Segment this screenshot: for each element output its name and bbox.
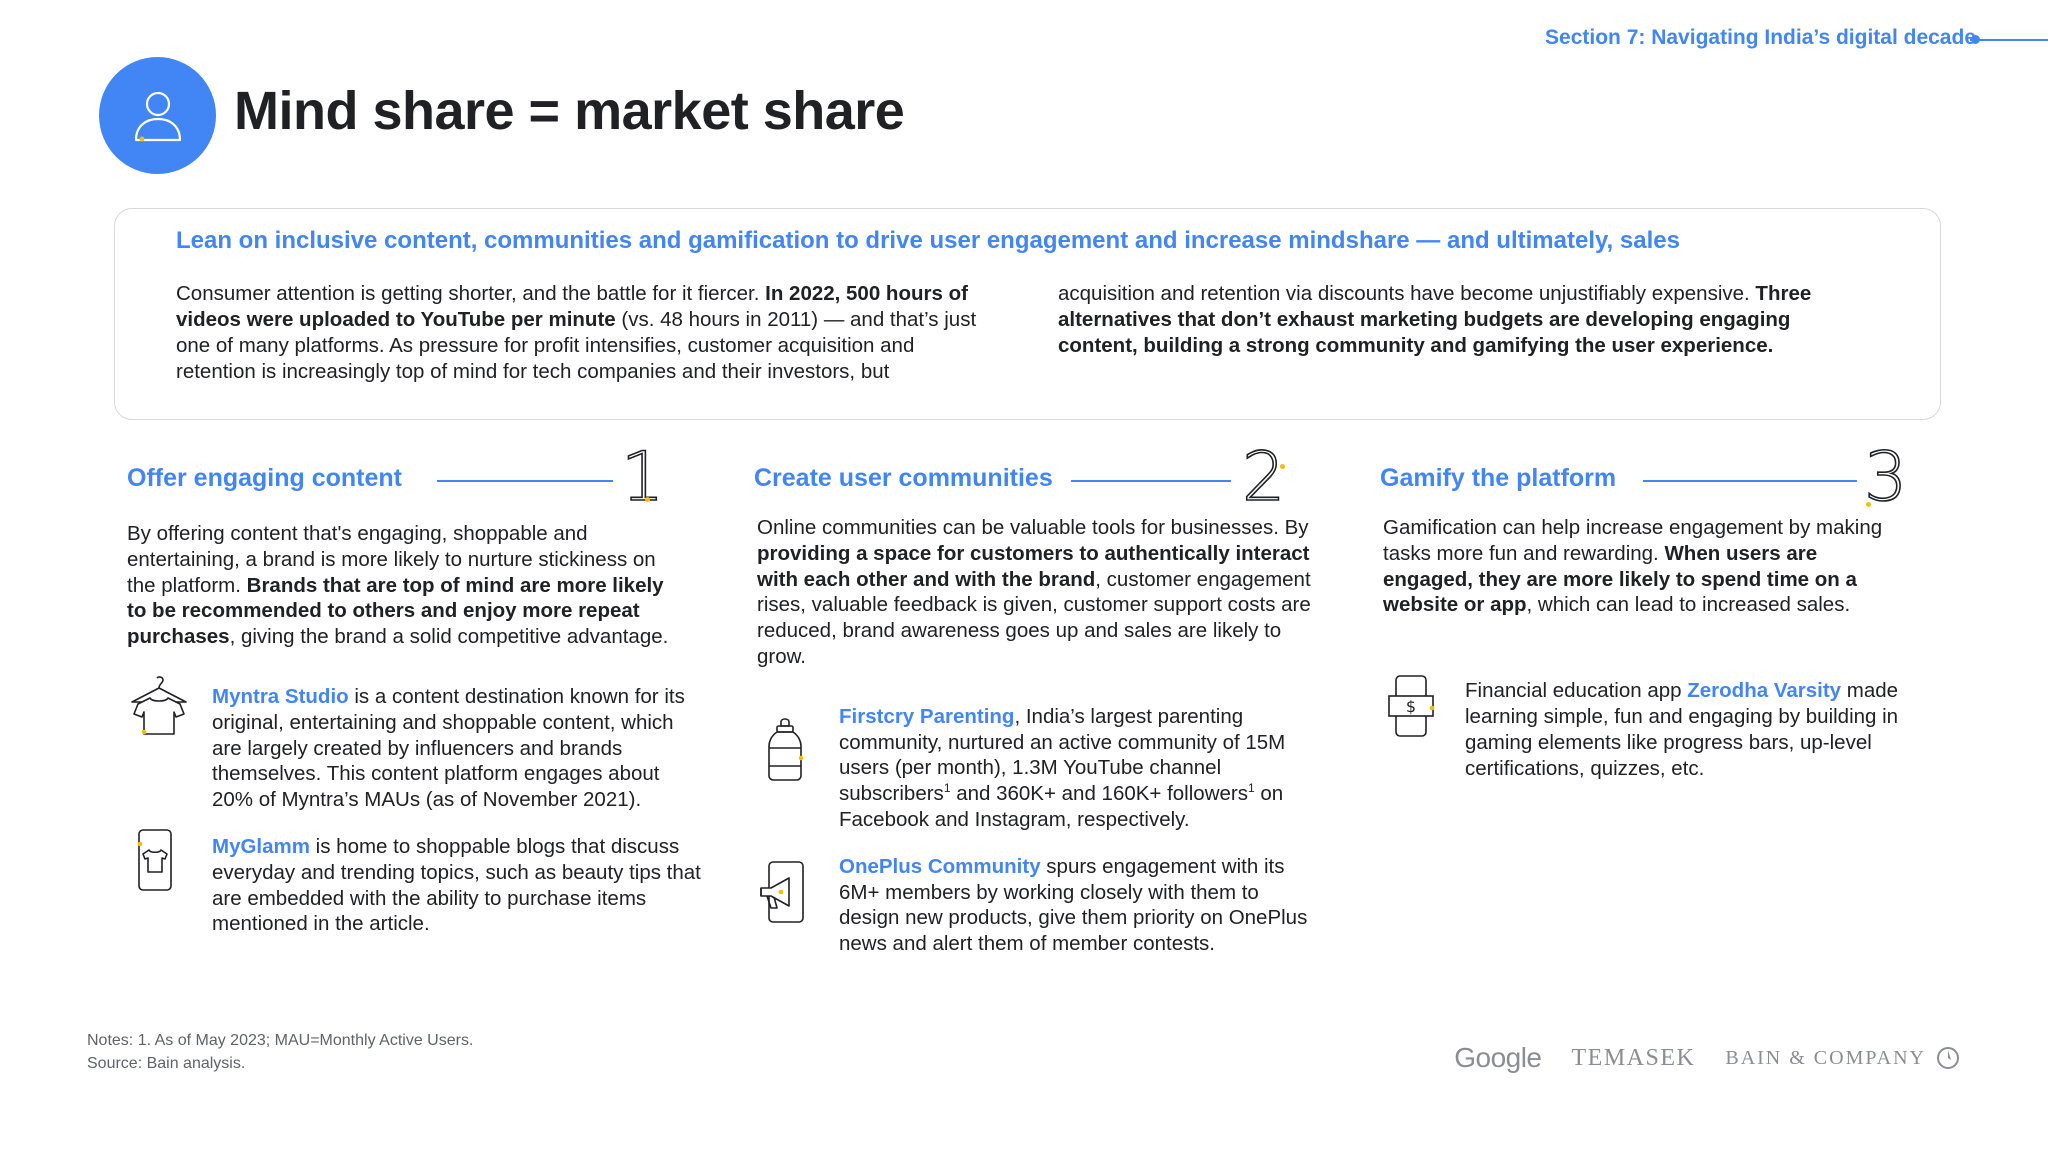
phone-dollar-icon: $ <box>1388 675 1435 737</box>
column-rule <box>1643 480 1857 482</box>
column-body: Gamification can help increase engagemen… <box>1380 515 1903 618</box>
summary-box: Lean on inclusive content, communities a… <box>114 208 1941 420</box>
phone-megaphone-icon <box>760 860 804 923</box>
section-label: Section 7: Navigating India’s digital de… <box>1545 26 1976 49</box>
notes-text: Notes: 1. As of May 2023; MAU=Monthly Ac… <box>87 1032 474 1049</box>
example-oneplus-community: OnePlus Community spurs engagement with … <box>754 854 1319 957</box>
source-text: Source: Bain analysis. <box>87 1055 246 1072</box>
column-title: Create user communities <box>754 464 1053 492</box>
footnotes: Notes: 1. As of May 2023; MAU=Monthly Ac… <box>87 1029 473 1075</box>
column-title: Offer engaging content <box>127 464 402 492</box>
column-create-user-communities: Create user communities 2 Online communi… <box>754 443 1314 957</box>
bain-logo-text: BAIN & COMPANY <box>1725 1046 1926 1069</box>
number-accent-dot <box>1280 464 1285 469</box>
page-title: Mind share = market share <box>234 81 905 141</box>
column-header: Create user communities 2 <box>754 443 1314 516</box>
user-icon <box>134 91 182 142</box>
column-number: 2 <box>1241 438 1286 517</box>
example-myntra-studio: Myntra Studio is a content destination k… <box>127 676 702 813</box>
column-offer-engaging-content: Offer engaging content 1 By offering con… <box>127 443 701 937</box>
column-body-p2: , which can lead to increased sales. <box>1526 593 1851 617</box>
example-text-cont: and 360K+ and 160K+ followers <box>950 782 1248 806</box>
number-accent-dot <box>1866 502 1871 507</box>
example-name[interactable]: MyGlamm <box>212 835 310 858</box>
baby-bottle-icon <box>768 717 804 781</box>
column-body: By offering content that's engaging, sho… <box>127 521 672 650</box>
summary-right-text: acquisition and retention via discounts … <box>1058 281 1838 359</box>
tshirt-hanger-icon <box>131 676 187 735</box>
column-header: Gamify the platform 3 <box>1380 443 1940 516</box>
example-name[interactable]: Firstcry Parenting <box>839 705 1014 728</box>
example-name[interactable]: Myntra Studio <box>212 685 349 708</box>
footnote-marker: 1 <box>943 781 951 796</box>
example-myglamm: MyGlamm is home to shoppable blogs that … <box>127 829 702 937</box>
column-gamify-the-platform: Gamify the platform 3 Gamification can h… <box>1380 443 1940 781</box>
summary-left-text: Consumer attention is getting shorter, a… <box>176 281 996 385</box>
footnote-marker: 1 <box>1247 781 1255 796</box>
example-name[interactable]: OnePlus Community <box>839 855 1041 878</box>
column-number: 1 <box>620 438 665 517</box>
avatar-badge <box>99 57 216 174</box>
google-logo: Google <box>1454 1042 1542 1073</box>
summary-right-p1: acquisition and retention via discounts … <box>1058 282 1756 305</box>
column-rule <box>1071 480 1231 482</box>
column-header: Offer engaging content 1 <box>127 443 687 516</box>
summary-heading: Lean on inclusive content, communities a… <box>176 227 1680 254</box>
partner-logos: Google TEMASEK BAIN & COMPANY <box>1454 1042 1960 1074</box>
summary-left-p1: Consumer attention is getting shorter, a… <box>176 282 766 305</box>
column-body: Online communities can be valuable tools… <box>754 515 1312 670</box>
column-body-p2: , giving the brand a solid competitive a… <box>229 625 669 649</box>
phone-tshirt-icon <box>137 829 172 891</box>
bain-logo: BAIN & COMPANY <box>1725 1046 1960 1070</box>
compass-icon <box>1937 1047 1959 1069</box>
column-body-p1: Online communities can be valuable tools… <box>757 516 1309 539</box>
example-firstcry-parenting: Firstcry Parenting, India’s largest pare… <box>754 704 1319 833</box>
example-name[interactable]: Zerodha Varsity <box>1687 679 1841 702</box>
svg-text:$: $ <box>1406 697 1416 716</box>
column-title: Gamify the platform <box>1380 464 1617 492</box>
number-accent-dot <box>645 497 650 502</box>
example-prefix: Financial education app <box>1465 679 1688 703</box>
example-zerodha-varsity: $ Financial education app Zerodha Varsit… <box>1380 675 1965 781</box>
column-rule <box>437 480 613 482</box>
column-number: 3 <box>1863 438 1908 517</box>
section-rule <box>1970 39 2048 41</box>
temasek-logo: TEMASEK <box>1571 1044 1696 1071</box>
